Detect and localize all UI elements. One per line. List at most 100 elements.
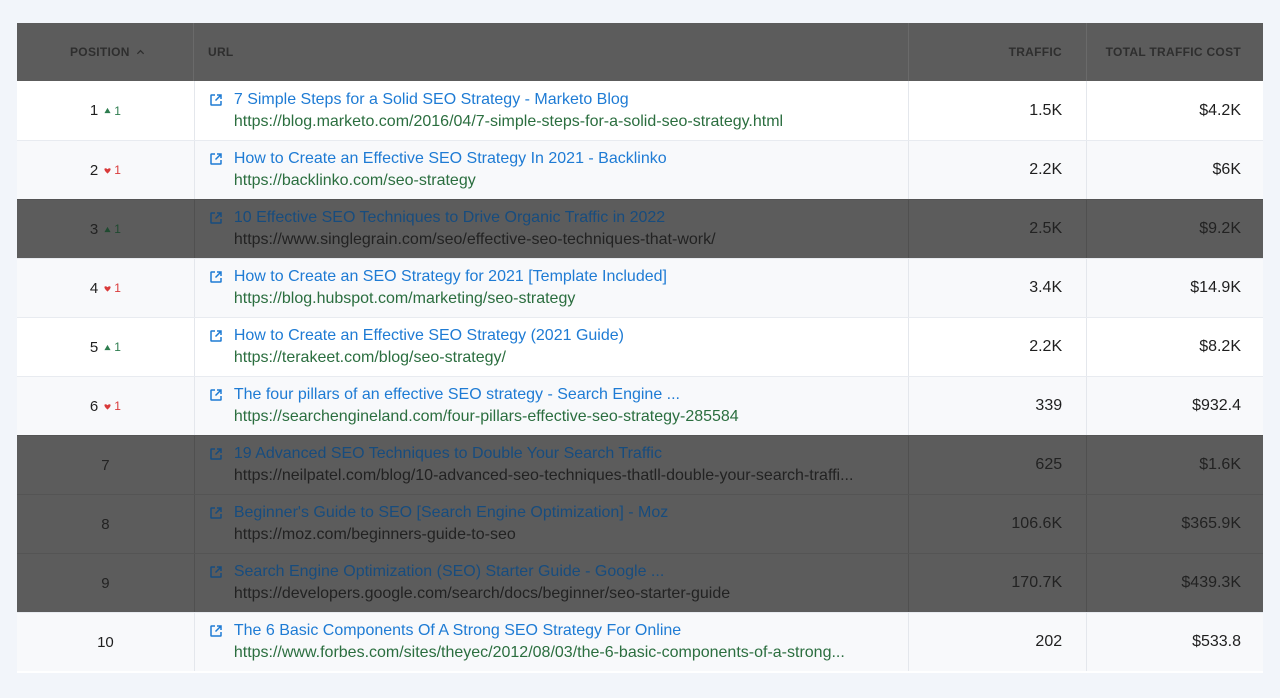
result-url: https://terakeet.com/blog/seo-strategy/ [233,349,506,366]
traffic-value: 202 [1035,633,1063,650]
table-row: 2 1 How to Create an Effective SEO Strat… [17,140,1263,199]
table-row: 10 The 6 Basic Components Of A Strong SE… [17,612,1263,671]
position-value: 1 [89,102,99,119]
traffic-value: 1.5K [1029,101,1063,119]
cost-value: $4.2K [1199,101,1241,119]
url-cell: Beginner's Guide to SEO [Search Engine O… [195,495,910,553]
url-cell: How to Create an SEO Strategy for 2021 [… [195,259,910,317]
traffic-value: 339 [1035,397,1063,414]
cost-value: $365.9K [1181,515,1241,532]
result-title-link[interactable]: How to Create an Effective SEO Strategy … [234,327,624,345]
chevron-up-icon[interactable] [136,48,145,57]
position-delta: 1 [104,163,121,177]
result-title-link[interactable]: How to Create an SEO Strategy for 2021 [… [234,268,667,286]
cost-cell: $6K [1087,141,1263,199]
cost-cell: $533.8 [1087,613,1263,671]
position-delta: 1 [104,399,121,413]
position-value: 6 [89,397,99,415]
result-title-link[interactable]: The 6 Basic Components Of A Strong SEO S… [234,622,681,640]
result-url: https://www.singlegrain.com/seo/effectiv… [233,231,716,248]
cost-cell: $365.9K [1087,495,1263,553]
traffic-value: 2.2K [1029,338,1063,355]
cost-value: $439.3K [1181,574,1241,591]
table-row: 6 1 The four pillars of an effective SEO… [17,376,1263,435]
result-title-link[interactable]: 19 Advanced SEO Techniques to Double You… [234,445,662,463]
position-delta-value: 1 [114,163,121,177]
column-header-position[interactable]: POSITION [17,23,194,81]
traffic-cell: 1.5K [909,81,1088,140]
table-row: 1 1 7 Simple Steps for a Solid SEO Strat… [17,81,1263,140]
column-header-url[interactable]: URL [194,23,909,81]
position-value: 8 [101,515,110,533]
external-link-icon[interactable] [209,211,223,225]
arrow-down-icon [104,403,111,410]
position-cell: 9 [17,554,195,612]
position-value: 7 [101,456,110,474]
position-cell: 10 [17,613,195,671]
position-cell: 6 1 [17,377,195,435]
result-url: https://searchengineland.com/four-pillar… [233,408,739,425]
result-title-link[interactable]: Search Engine Optimization (SEO) Starter… [234,563,664,581]
column-header-traffic[interactable]: TRAFFIC [909,23,1087,81]
traffic-value: 2.5K [1029,220,1063,237]
cost-cell: $8.2K [1087,318,1263,376]
cost-value: $8.2K [1199,338,1241,355]
position-delta: 1 [104,104,121,118]
arrow-up-icon [104,107,111,114]
result-title-link[interactable]: 7 Simple Steps for a Solid SEO Strategy … [234,91,629,109]
external-link-icon[interactable] [209,506,223,520]
position-cell: 1 1 [17,81,195,140]
traffic-cell: 339 [909,377,1088,435]
external-link-icon[interactable] [209,447,223,461]
external-link-icon[interactable] [209,388,223,402]
cost-value: $1.6K [1199,456,1241,473]
result-url: https://moz.com/beginners-guide-to-seo [233,526,516,543]
external-link-icon[interactable] [209,93,223,107]
traffic-value: 2.2K [1029,161,1063,178]
cost-cell: $9.2K [1087,200,1263,258]
cost-cell: $4.2K [1087,81,1263,140]
column-header-url-label: URL [208,45,234,59]
cost-cell: $1.6K [1087,436,1263,494]
position-cell: 8 [17,495,195,553]
external-link-icon[interactable] [209,329,223,343]
result-url: https://developers.google.com/search/doc… [233,585,731,602]
traffic-value: 625 [1035,456,1063,473]
external-link-icon[interactable] [209,270,223,284]
position-value: 5 [89,338,99,356]
result-url: https://blog.hubspot.com/marketing/seo-s… [233,290,576,307]
table-header: POSITION URL TRAFFIC TOTAL TRAFFIC COST [17,23,1263,81]
traffic-value: 106.6K [1011,515,1063,532]
result-url: https://backlinko.com/seo-strategy [233,172,476,189]
result-title-link[interactable]: 10 Effective SEO Techniques to Drive Org… [234,209,665,227]
traffic-value: 170.7K [1011,574,1063,591]
column-header-cost-label: TOTAL TRAFFIC COST [1105,45,1241,59]
position-value: 4 [89,279,99,297]
position-delta-value: 1 [114,340,121,354]
url-cell: 7 Simple Steps for a Solid SEO Strategy … [195,81,910,140]
arrow-up-icon [104,344,111,350]
url-cell: The 6 Basic Components Of A Strong SEO S… [195,613,910,671]
external-link-icon[interactable] [209,152,223,166]
external-link-icon[interactable] [209,624,223,638]
cost-cell: $932.4 [1087,377,1263,435]
result-title-link[interactable]: The four pillars of an effective SEO str… [234,386,680,404]
position-value: 3 [89,220,99,238]
position-delta-value: 1 [114,399,121,413]
result-title-link[interactable]: How to Create an Effective SEO Strategy … [234,150,667,168]
table-body: 1 1 7 Simple Steps for a Solid SEO Strat… [17,81,1263,671]
external-link-icon[interactable] [209,565,223,579]
position-cell: 7 [17,436,195,494]
position-value: 9 [101,574,110,592]
cost-value: $9.2K [1199,220,1241,237]
result-title-link[interactable]: Beginner's Guide to SEO [Search Engine O… [234,504,668,522]
result-url: https://neilpatel.com/blog/10-advanced-s… [233,467,854,484]
position-delta-value: 1 [114,103,121,118]
traffic-cell: 625 [909,436,1088,494]
url-cell: How to Create an Effective SEO Strategy … [195,141,910,199]
column-header-cost[interactable]: TOTAL TRAFFIC COST [1087,23,1263,81]
url-cell: The four pillars of an effective SEO str… [195,377,910,435]
cost-cell: $439.3K [1087,554,1263,612]
cost-cell: $14.9K [1087,259,1263,317]
column-header-position-label: POSITION [70,45,130,59]
